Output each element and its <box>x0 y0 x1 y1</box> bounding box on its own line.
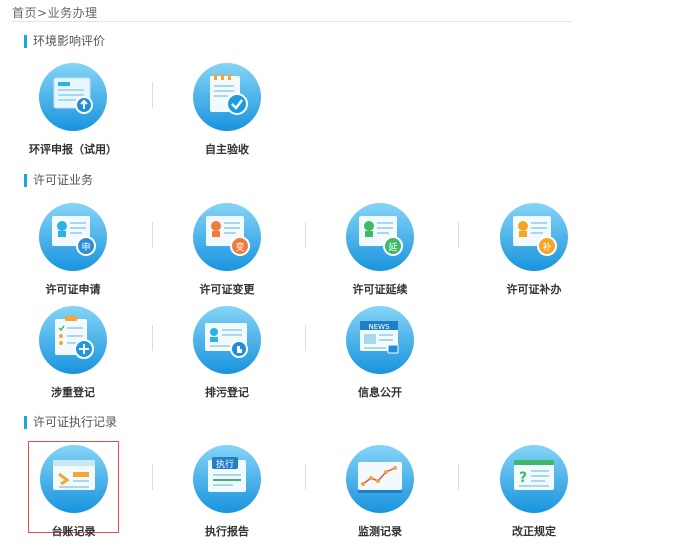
tile-separator <box>305 325 306 351</box>
tile-heavy-metal-register[interactable]: 涉重登记 <box>13 303 133 407</box>
discharge-register-icon <box>192 305 262 375</box>
tile-separator <box>152 325 153 351</box>
tile-label: 自主验收 <box>205 143 249 156</box>
breadcrumb-current: 业务办理 <box>47 6 98 20</box>
section-title-execution: 许可证执行记录 <box>24 416 117 429</box>
tile-info-disclosure[interactable]: NEWS 信息公开 <box>320 303 440 407</box>
tile-eia-apply[interactable]: 环评申报（试用） <box>13 60 133 164</box>
execution-report-icon: 执行 <box>192 444 262 514</box>
tile-label: 涉重登记 <box>51 386 95 399</box>
tile-separator <box>458 222 459 248</box>
tile-license-reissue[interactable]: 补 许可证补办 <box>474 200 594 304</box>
tile-license-apply[interactable]: 申 许可证申请 <box>13 200 133 304</box>
tile-ledger-record[interactable]: 台账记录 <box>28 441 119 538</box>
tile-label: 信息公开 <box>358 386 402 399</box>
ledger-icon <box>39 444 109 514</box>
section-title-license: 许可证业务 <box>24 174 93 187</box>
breadcrumb-divider <box>12 21 572 22</box>
tile-correction-rules[interactable]: ? 改正规定 <box>474 442 594 546</box>
tile-label: 执行报告 <box>205 525 249 538</box>
badge-text: 执行 <box>216 458 234 470</box>
tile-label: 排污登记 <box>205 386 249 399</box>
breadcrumb: 首页>业务办理 <box>12 4 98 21</box>
correction-question-icon: ? <box>499 444 569 514</box>
badge-text: 变 <box>235 241 244 253</box>
document-upload-icon <box>38 62 108 132</box>
tile-separator <box>305 464 306 490</box>
monitor-chart-icon <box>345 444 415 514</box>
tile-label: 监测记录 <box>358 525 402 538</box>
tile-separator <box>305 222 306 248</box>
checklist-check-icon <box>192 62 262 132</box>
license-reissue-icon: 补 <box>499 202 569 272</box>
tile-license-extend[interactable]: 延 许可证延续 <box>320 200 440 304</box>
news-icon: NEWS <box>345 305 415 375</box>
badge-text: 补 <box>542 241 551 253</box>
section-title-eia: 环境影响评价 <box>24 35 105 48</box>
tile-license-change[interactable]: 变 许可证变更 <box>167 200 287 304</box>
tile-separator <box>152 464 153 490</box>
breadcrumb-home[interactable]: 首页 <box>12 6 37 20</box>
tile-separator <box>458 464 459 490</box>
tile-label: 许可证变更 <box>199 283 255 296</box>
tile-monitor-record[interactable]: 监测记录 <box>320 442 440 546</box>
badge-text: NEWS <box>368 323 390 331</box>
tile-label: 台账记录 <box>51 525 96 538</box>
tile-self-acceptance[interactable]: 自主验收 <box>167 60 287 164</box>
tile-label: 许可证补办 <box>506 283 562 296</box>
badge-text: 延 <box>388 241 397 253</box>
license-apply-icon: 申 <box>38 202 108 272</box>
tile-separator <box>152 222 153 248</box>
tile-label: 许可证申请 <box>45 283 101 296</box>
badge-text: 申 <box>81 241 90 253</box>
tile-execution-report[interactable]: 执行 执行报告 <box>167 442 287 546</box>
badge-text: ? <box>519 470 527 486</box>
tile-label: 许可证延续 <box>352 283 408 296</box>
breadcrumb-separator: > <box>37 6 48 20</box>
register-checklist-icon <box>38 305 108 375</box>
tile-label: 环评申报（试用） <box>29 143 117 156</box>
tile-label: 改正规定 <box>512 525 556 538</box>
tile-discharge-register[interactable]: 排污登记 <box>167 303 287 407</box>
license-extend-icon: 延 <box>345 202 415 272</box>
license-change-icon: 变 <box>192 202 262 272</box>
tile-separator <box>152 82 153 108</box>
